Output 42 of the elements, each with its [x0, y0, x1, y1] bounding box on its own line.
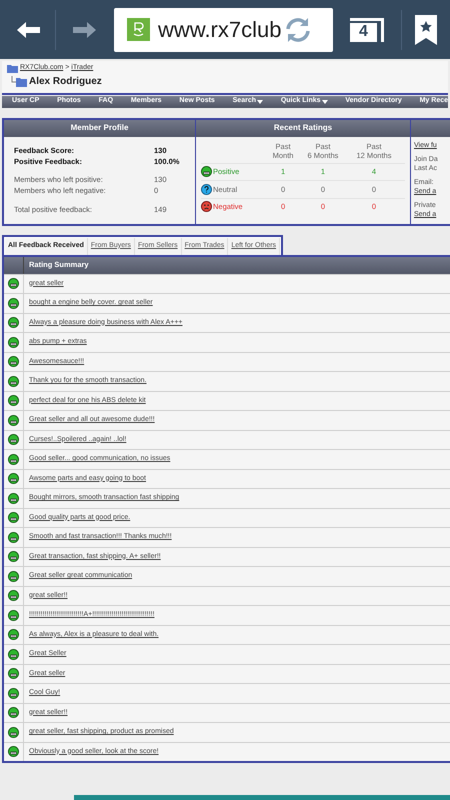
smiley-icon — [8, 551, 19, 562]
folder-icon — [7, 64, 18, 73]
question-icon — [201, 184, 212, 195]
smiley-icon — [8, 688, 19, 699]
smiley-icon — [8, 356, 19, 368]
url-text: www.rx7club — [158, 18, 282, 40]
smiley-icon — [8, 532, 19, 543]
address-bar[interactable]: www.rx7club — [114, 8, 333, 52]
smiley-icon — [8, 512, 19, 524]
bookmark-star-icon — [415, 14, 437, 44]
frown-icon — [201, 201, 212, 212]
smiley-icon — [8, 454, 19, 465]
smiley-icon — [8, 590, 19, 602]
smiley-icon — [8, 298, 19, 309]
smiley-icon — [8, 278, 19, 290]
tab-count: 4 — [350, 18, 384, 42]
smiley-icon — [8, 395, 19, 406]
panel-header: Recent Ratings — [196, 120, 410, 136]
smiley-icon — [8, 726, 19, 738]
smiley-icon — [8, 629, 19, 640]
smiley-icon — [8, 336, 19, 348]
smiley-icon — [8, 746, 19, 758]
smiley-icon — [8, 434, 19, 446]
site-logo-icon — [127, 18, 150, 41]
caret-icon — [322, 100, 328, 104]
tabs-button[interactable]: 4 — [333, 0, 401, 59]
smiley-icon — [8, 473, 19, 484]
smiley-icon — [8, 707, 19, 718]
smiley-icon — [8, 668, 19, 680]
tree-folder-icon — [11, 76, 27, 86]
panel-header — [411, 120, 450, 136]
smiley-icon — [8, 414, 19, 426]
smiley-icon — [201, 166, 212, 178]
smiley-icon — [8, 610, 19, 621]
panel-header: Member Profile — [4, 120, 195, 136]
smiley-icon — [8, 648, 19, 660]
page-title: Alex Rodriguez — [29, 74, 102, 88]
caret-icon — [257, 100, 263, 104]
smiley-icon — [8, 376, 19, 387]
smiley-icon — [8, 570, 19, 582]
smiley-icon — [8, 317, 19, 328]
smiley-icon — [8, 492, 19, 504]
